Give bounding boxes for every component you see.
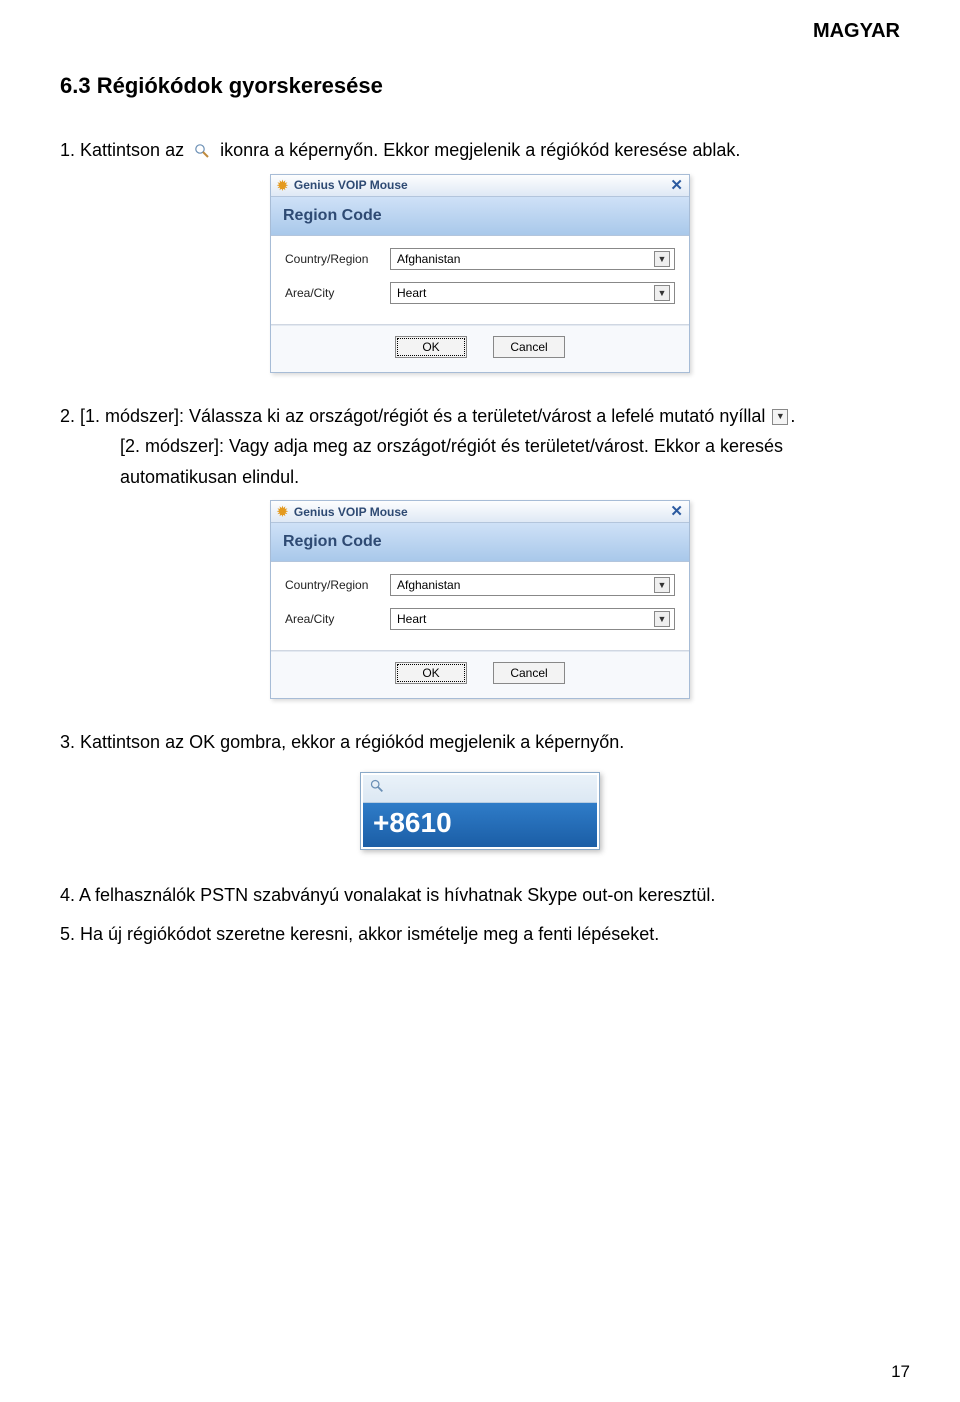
country-value: Afghanistan: [397, 578, 460, 592]
chevron-down-icon[interactable]: ▼: [654, 611, 670, 627]
area-value: Heart: [397, 612, 426, 626]
country-label: Country/Region: [285, 578, 380, 592]
area-dropdown[interactable]: Heart ▼: [390, 282, 675, 304]
dialog-title: Genius VOIP Mouse: [294, 505, 408, 519]
gear-icon: ✹: [277, 505, 288, 518]
step-2-text-a: 2. [1. módszer]: Válassza ki az országot…: [60, 406, 765, 426]
cancel-button[interactable]: Cancel: [493, 662, 565, 684]
country-label: Country/Region: [285, 252, 380, 266]
area-dropdown[interactable]: Heart ▼: [390, 608, 675, 630]
magnifier-icon: [193, 142, 211, 160]
step-5: 5. Ha új régiókódot szeretne keresni, ak…: [60, 919, 900, 950]
step-4: 4. A felhasználók PSTN szabványú vonalak…: [60, 880, 900, 911]
dialog-titlebar: ✹ Genius VOIP Mouse ✕: [271, 501, 689, 523]
close-icon[interactable]: ✕: [670, 504, 683, 519]
chevron-down-icon[interactable]: ▼: [654, 251, 670, 267]
ok-button[interactable]: OK: [395, 662, 467, 684]
cancel-button[interactable]: Cancel: [493, 336, 565, 358]
step-2-text-d: automatikusan elindul.: [120, 467, 299, 487]
dialog-title: Genius VOIP Mouse: [294, 178, 408, 192]
step-2-text-b: .: [790, 406, 795, 426]
magnifier-icon: [369, 778, 385, 799]
region-code-result: +8610: [360, 772, 600, 850]
ok-button[interactable]: OK: [395, 336, 467, 358]
step-1: 1. Kattintson az ikonra a képernyőn. Ekk…: [60, 135, 900, 166]
page-number: 17: [891, 1362, 910, 1382]
step-2-text-c: [2. módszer]: Vagy adja meg az országot/…: [120, 436, 783, 456]
area-label: Area/City: [285, 612, 380, 626]
country-value: Afghanistan: [397, 252, 460, 266]
dialog-header: Region Code: [271, 197, 689, 236]
close-icon[interactable]: ✕: [670, 178, 683, 193]
region-code-dialog: ✹ Genius VOIP Mouse ✕ Region Code Countr…: [270, 174, 690, 373]
country-dropdown[interactable]: Afghanistan ▼: [390, 248, 675, 270]
region-code-dialog: ✹ Genius VOIP Mouse ✕ Region Code Countr…: [270, 500, 690, 699]
section-title: 6.3 Régiókódok gyorskeresése: [60, 73, 900, 99]
country-dropdown[interactable]: Afghanistan ▼: [390, 574, 675, 596]
step-3: 3. Kattintson az OK gombra, ekkor a régi…: [60, 727, 900, 758]
step-1-text-b: ikonra a képernyőn. Ekkor megjelenik a r…: [220, 140, 740, 160]
area-label: Area/City: [285, 286, 380, 300]
dialog-header: Region Code: [271, 523, 689, 562]
gear-icon: ✹: [277, 179, 288, 192]
dialog-titlebar: ✹ Genius VOIP Mouse ✕: [271, 175, 689, 197]
language-header: MAGYAR: [60, 20, 900, 43]
step-2: 2. [1. módszer]: Válassza ki az országot…: [60, 401, 900, 493]
chevron-down-icon: ▼: [772, 409, 788, 425]
region-code-value: +8610: [363, 803, 597, 847]
chevron-down-icon[interactable]: ▼: [654, 285, 670, 301]
step-1-text-a: 1. Kattintson az: [60, 140, 184, 160]
area-value: Heart: [397, 286, 426, 300]
chevron-down-icon[interactable]: ▼: [654, 577, 670, 593]
